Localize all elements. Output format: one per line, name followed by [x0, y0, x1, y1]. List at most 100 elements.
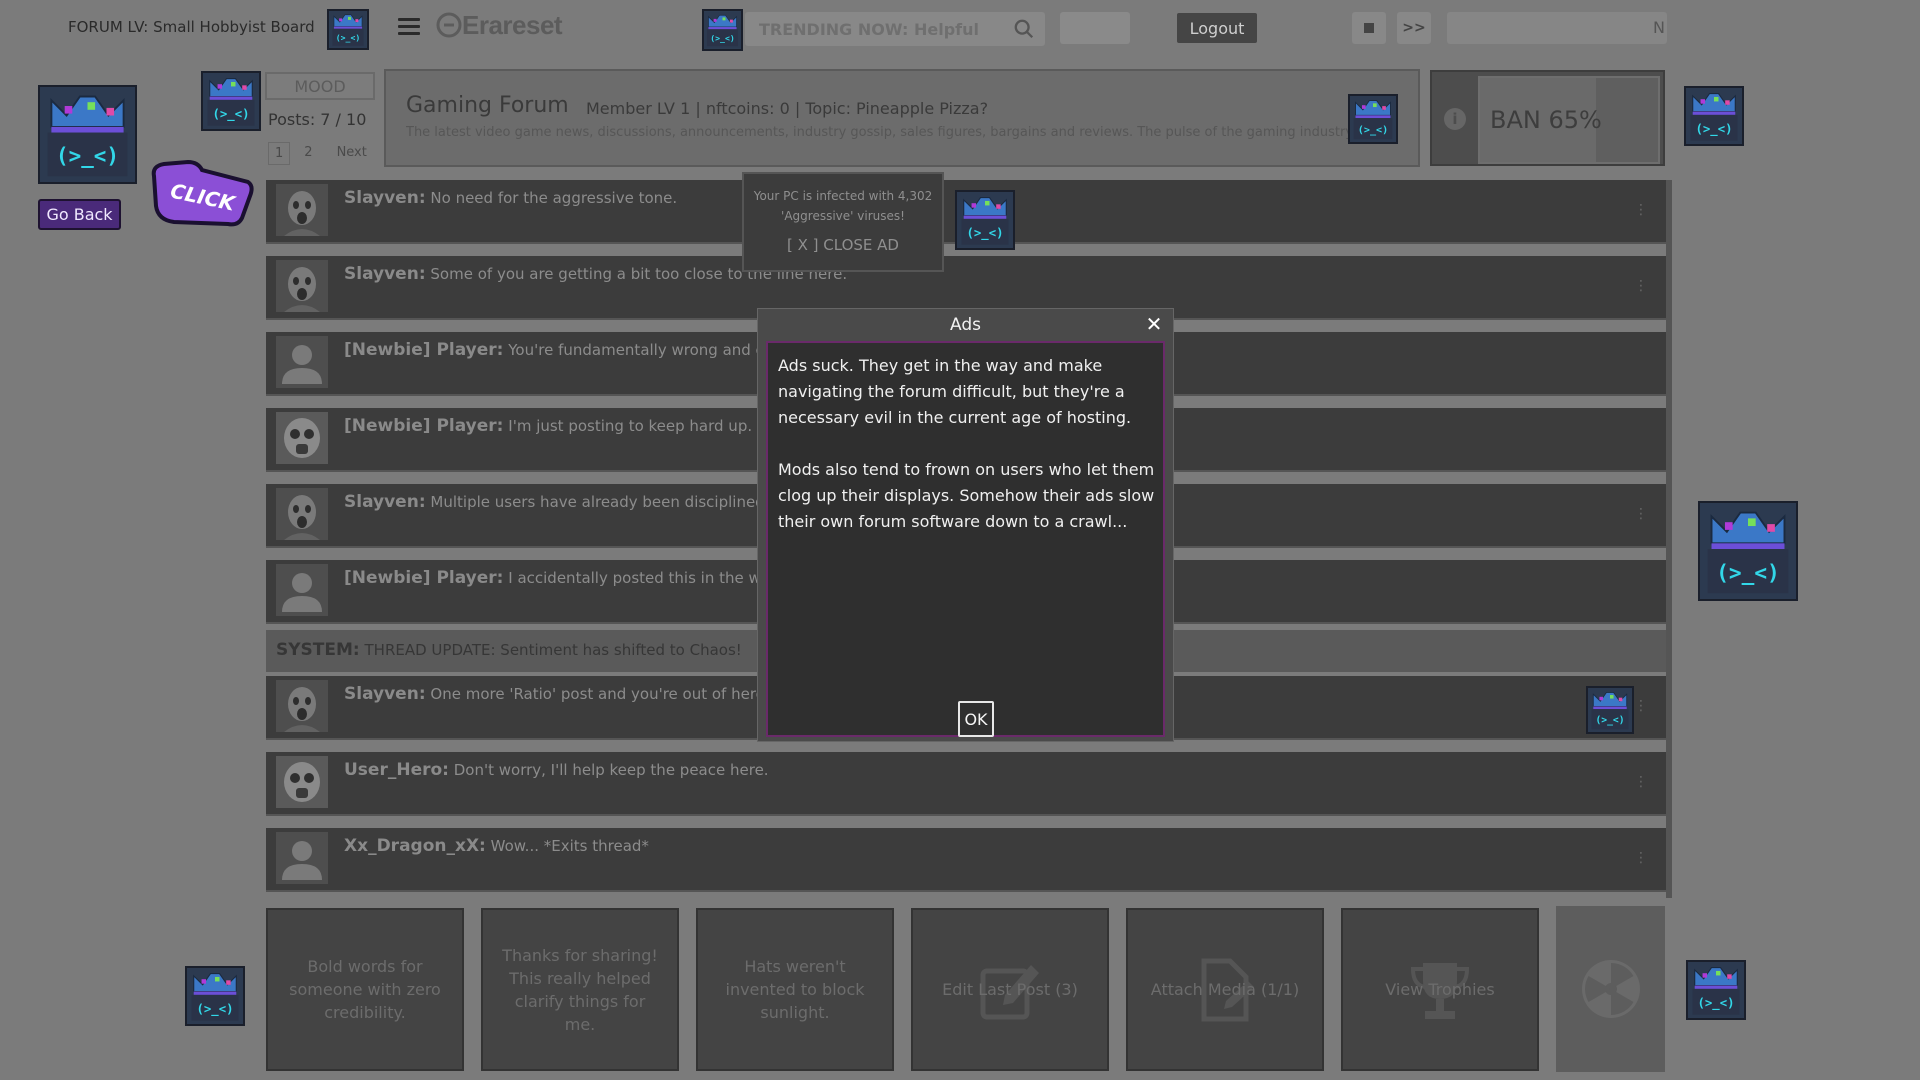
system-text: THREAD UPDATE: Sentiment has shifted to … — [364, 641, 742, 659]
post-row[interactable]: User_Hero: Don't worry, I'll help keep t… — [266, 752, 1666, 816]
post-menu-icon[interactable]: ⋮ — [1634, 698, 1648, 714]
thread-scrollbar[interactable] — [1666, 180, 1672, 898]
nuke-button[interactable] — [1556, 906, 1665, 1072]
crown-mascot-icon[interactable] — [201, 71, 261, 131]
forum-description: The latest video game news, discussions,… — [406, 125, 1356, 140]
post-author[interactable]: [Newbie] Player: — [344, 340, 503, 360]
user-avatar[interactable] — [276, 412, 328, 464]
brand-logo: Erareset — [436, 10, 563, 41]
post-author[interactable]: [Newbie] Player: — [344, 416, 503, 436]
post-menu-icon[interactable]: ⋮ — [1634, 202, 1648, 218]
post-menu-icon[interactable]: ⋮ — [1634, 774, 1648, 790]
crown-mascot-icon[interactable] — [1684, 86, 1744, 146]
modal-body: Ads suck. They get in the way and make n… — [766, 341, 1165, 737]
post-author[interactable]: Slayven: — [344, 492, 426, 512]
menu-icon[interactable] — [398, 18, 420, 36]
search-icon[interactable] — [1013, 18, 1035, 40]
top-right-input-value: N — [1653, 18, 1665, 37]
post-author[interactable]: Xx_Dragon_xX: — [344, 836, 486, 856]
user-avatar[interactable] — [276, 564, 328, 616]
member-stats: Member LV 1 | nftcoins: 0 | Topic: Pinea… — [586, 99, 989, 118]
virus-ad-popup: Your PC is infected with 4,302 'Aggressi… — [742, 172, 944, 272]
post-menu-icon[interactable]: ⋮ — [1634, 850, 1648, 866]
crown-mascot-icon[interactable] — [185, 966, 245, 1026]
fast-forward-button[interactable]: >> — [1397, 12, 1431, 44]
search-input[interactable]: TRENDING NOW: Helpful — [745, 12, 1045, 46]
ban-meter: i BAN 65% — [1430, 70, 1665, 166]
post-body: One more 'Ratio' post and you're out of … — [430, 685, 770, 703]
close-icon[interactable]: ✕ — [1143, 313, 1165, 335]
ban-progress-bar: BAN 65% — [1478, 76, 1660, 164]
system-message: SYSTEM: THREAD UPDATE: Sentiment has shi… — [276, 640, 742, 660]
view-trophies-button[interactable]: View Trophies — [1341, 908, 1539, 1071]
crown-mascot-icon[interactable] — [38, 85, 137, 184]
post-text: User_Hero: Don't worry, I'll help keep t… — [344, 760, 769, 780]
reply-option-card[interactable]: Thanks for sharing! This really helped c… — [481, 908, 679, 1071]
reply-option-card[interactable]: Hats weren't invented to block sunlight. — [696, 908, 894, 1071]
reply-option-label: Thanks for sharing! This really helped c… — [502, 945, 658, 1034]
system-label: SYSTEM: — [276, 640, 360, 660]
post-author[interactable]: [Newbie] Player: — [344, 568, 503, 588]
reply-option-card[interactable]: Bold words for someone with zero credibi… — [266, 908, 464, 1071]
forum-name: Gaming Forum — [406, 93, 569, 118]
post-text: Xx_Dragon_xX: Wow... *Exits thread* — [344, 836, 649, 856]
forum-header: Gaming Forum Member LV 1 | nftcoins: 0 |… — [384, 69, 1420, 167]
next-page-button[interactable]: Next — [327, 142, 377, 165]
crown-mascot-icon[interactable] — [955, 190, 1015, 250]
post-author[interactable]: Slayven: — [344, 188, 426, 208]
crown-mascot-icon[interactable] — [1348, 94, 1398, 144]
pagination: 1 2 Next — [268, 142, 377, 165]
post-text: Slayven: No need for the aggressive tone… — [344, 188, 677, 208]
post-author[interactable]: Slayven: — [344, 264, 426, 284]
post-menu-icon[interactable]: ⋮ — [1634, 278, 1648, 294]
user-avatar[interactable] — [276, 832, 328, 884]
post-author[interactable]: User_Hero: — [344, 760, 449, 780]
page-2-button[interactable]: 2 — [294, 142, 322, 165]
logout-button[interactable]: Logout — [1177, 13, 1257, 43]
edit-last-post-button[interactable]: Edit Last Post (3) — [911, 908, 1109, 1071]
posts-count: Posts: 7 / 10 — [268, 110, 367, 129]
page-1-button[interactable]: 1 — [268, 142, 291, 165]
stop-button[interactable] — [1352, 12, 1386, 44]
user-avatar[interactable] — [276, 260, 328, 312]
search-placeholder: TRENDING NOW: Helpful — [759, 20, 980, 39]
user-avatar[interactable] — [276, 680, 328, 732]
brand-mark-icon — [436, 12, 462, 38]
reply-option-label: Hats weren't invented to block sunlight. — [725, 957, 865, 1022]
top-right-input[interactable]: N — [1447, 12, 1667, 44]
crown-mascot-icon[interactable] — [1698, 501, 1798, 601]
ban-label: BAN 65% — [1490, 106, 1602, 134]
post-row[interactable]: Xx_Dragon_xX: Wow... *Exits thread* ⋮ — [266, 828, 1666, 892]
view-trophies-label: View Trophies — [1385, 980, 1495, 999]
edit-last-post-label: Edit Last Post (3) — [942, 980, 1078, 999]
radiation-icon — [1582, 960, 1640, 1018]
post-menu-icon[interactable]: ⋮ — [1634, 506, 1648, 522]
brand-name: Erareset — [462, 10, 563, 40]
crown-mascot-icon[interactable] — [1586, 686, 1634, 734]
crown-mascot-icon[interactable] — [327, 9, 369, 50]
post-author[interactable]: Slayven: — [344, 684, 426, 704]
post-body: Wow... *Exits thread* — [490, 837, 649, 855]
reply-option-label: Bold words for someone with zero credibi… — [289, 957, 441, 1022]
modal-paragraph: Mods also tend to frown on users who let… — [778, 460, 1155, 531]
close-ad-button[interactable]: [ X ] CLOSE AD — [744, 236, 942, 254]
stop-icon — [1364, 23, 1374, 33]
attach-media-button[interactable]: Attach Media (1/1) — [1126, 908, 1324, 1071]
modal-paragraph: Ads suck. They get in the way and make n… — [778, 356, 1132, 427]
user-avatar[interactable] — [276, 336, 328, 388]
click-sticker[interactable]: CLICK — [150, 160, 254, 230]
post-body: Don't worry, I'll help keep the peace he… — [453, 761, 769, 779]
info-icon[interactable]: i — [1444, 108, 1466, 130]
go-back-button[interactable]: Go Back — [38, 199, 121, 230]
crown-mascot-icon[interactable] — [1686, 960, 1746, 1020]
ok-button[interactable]: OK — [958, 701, 994, 737]
blank-button[interactable] — [1060, 12, 1130, 44]
user-avatar[interactable] — [276, 756, 328, 808]
user-avatar[interactable] — [276, 488, 328, 540]
modal-title: Ads — [950, 315, 981, 335]
user-avatar[interactable] — [276, 184, 328, 236]
mood-button[interactable]: MOOD — [265, 72, 375, 100]
crown-mascot-icon[interactable] — [702, 9, 743, 51]
post-text: [Newbie] Player: I'm just posting to kee… — [344, 416, 752, 436]
forum-level-title: FORUM LV: Small Hobbyist Board — [68, 18, 315, 36]
